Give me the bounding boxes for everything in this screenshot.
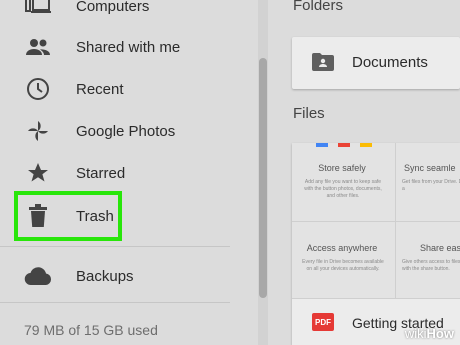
preview-tile: Share eas Give others access to files or… [396, 223, 460, 301]
files-heading: Files [293, 105, 325, 122]
tile-description: Get files from your Drive. Download it a [402, 179, 460, 192]
sidebar-divider [0, 246, 230, 247]
sidebar-item-label: Computers [76, 0, 150, 15]
tile-title: Access anywhere [306, 243, 378, 253]
tile-description: Give others access to files or folders w… [402, 259, 460, 272]
star-icon [24, 159, 52, 187]
sidebar-item-recent[interactable]: Recent [0, 69, 258, 109]
tile-title: Store safely [318, 163, 366, 173]
sidebar-item-computers[interactable]: Computers [0, 0, 258, 26]
shared-with-me-icon [24, 33, 52, 61]
tile-description: Add any file you want to keep safe with … [304, 179, 382, 199]
cloud-icon [24, 262, 52, 290]
tile-description: Every file in Drive becomes available on… [302, 259, 384, 272]
computers-icon [24, 0, 52, 20]
sidebar: Computers Shared with me Recent Google P… [0, 0, 258, 345]
pdf-icon: PDF [312, 313, 334, 331]
sidebar-item-label: Shared with me [76, 38, 181, 56]
preview-tile: Access anywhere Every file in Drive beco… [292, 223, 392, 301]
folder-card-documents[interactable]: Documents [292, 37, 460, 89]
sidebar-scroll-thumb[interactable] [259, 58, 267, 298]
sidebar-item-label: Starred [76, 164, 126, 182]
sidebar-item-label: Recent [76, 80, 124, 98]
pinwheel-icon [24, 117, 52, 145]
sidebar-item-label: Trash [76, 207, 114, 225]
sidebar-item-shared[interactable]: Shared with me [0, 27, 258, 67]
wikihow-watermark: wikiHow [404, 326, 454, 341]
sidebar-divider [0, 302, 230, 303]
preview-tile: Store safely Add any file you want to ke… [292, 143, 392, 221]
file-preview-card[interactable]: Store safely Add any file you want to ke… [292, 143, 460, 345]
tile-title: Share eas [420, 243, 460, 253]
folders-heading: Folders [293, 0, 344, 14]
tile-title: Sync seamle [404, 163, 456, 173]
sidebar-item-trash[interactable]: Trash [0, 196, 258, 236]
trash-icon [24, 202, 52, 230]
tile-divider [292, 221, 460, 222]
sidebar-item-starred[interactable]: Starred [0, 153, 258, 193]
clock-icon [24, 75, 52, 103]
sidebar-item-label: Backups [76, 267, 134, 285]
shared-folder-icon [312, 53, 334, 76]
storage-usage: 79 MB of 15 GB used [24, 322, 158, 338]
sidebar-item-backups[interactable]: Backups [0, 256, 258, 296]
sidebar-item-google-photos[interactable]: Google Photos [0, 111, 258, 151]
preview-tile: Sync seamle Get files from your Drive. D… [396, 143, 460, 221]
folder-name: Documents [352, 54, 428, 71]
sidebar-item-label: Google Photos [76, 122, 176, 140]
